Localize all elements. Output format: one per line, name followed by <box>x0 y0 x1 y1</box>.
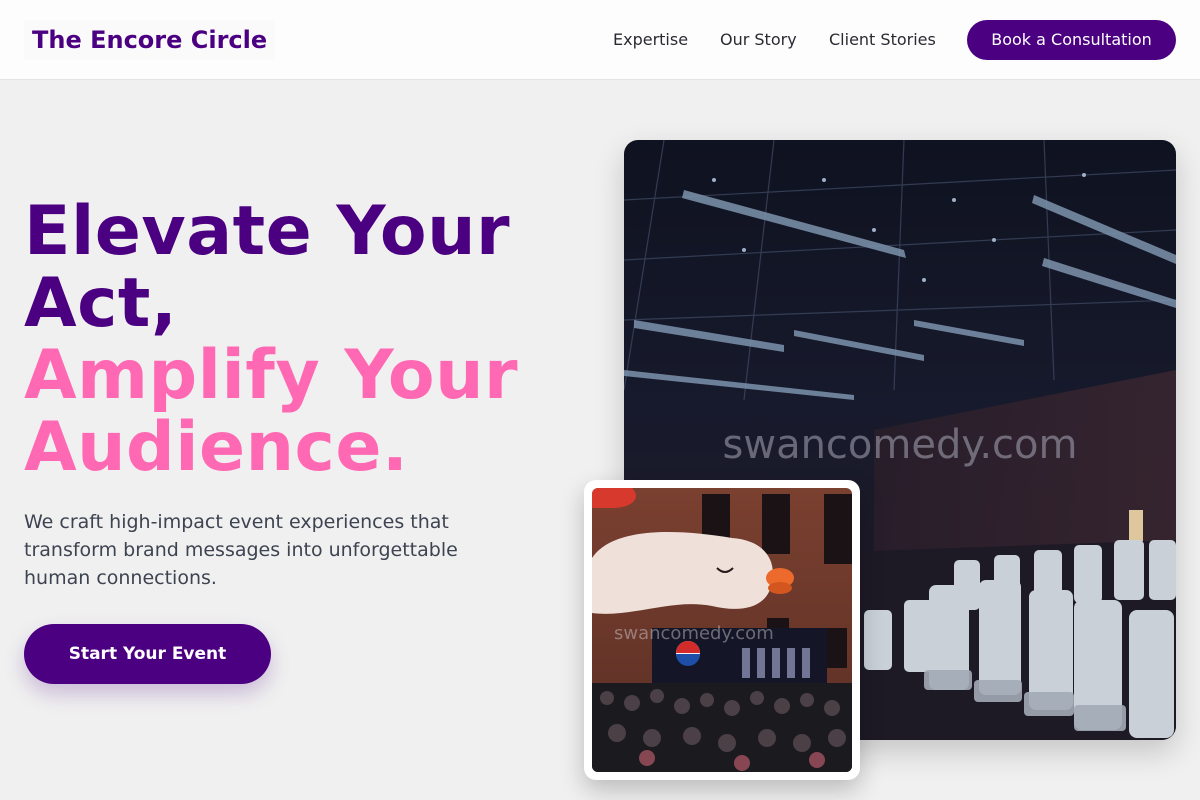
book-consultation-button[interactable]: Book a Consultation <box>967 20 1176 60</box>
headline-line-3: Amplify Your <box>24 336 519 415</box>
nav-link-client-stories[interactable]: Client Stories <box>829 28 936 52</box>
nav-link-our-story[interactable]: Our Story <box>720 28 797 52</box>
hero-headline: Elevate Your Act, Amplify Your Audience. <box>24 196 584 484</box>
event-inset-card: swancomedy.com <box>584 480 860 780</box>
hero-subtext: We craft high-impact event experiences t… <box>24 511 458 589</box>
nav-link-expertise[interactable]: Expertise <box>613 28 688 52</box>
start-event-button[interactable]: Start Your Event <box>24 624 271 684</box>
headline-line-4: Audience. <box>24 408 409 487</box>
event-crowd-image: swancomedy.com <box>592 488 852 772</box>
headline-line-1: Elevate Your <box>24 192 511 271</box>
inset-watermark: swancomedy.com <box>614 623 774 644</box>
headline-line-2: Act, <box>24 264 178 343</box>
image-watermark: swancomedy.com <box>722 422 1078 468</box>
site-logo[interactable]: The Encore Circle <box>24 20 276 60</box>
site-header: The Encore Circle Expertise Our Story Cl… <box>0 0 1200 80</box>
